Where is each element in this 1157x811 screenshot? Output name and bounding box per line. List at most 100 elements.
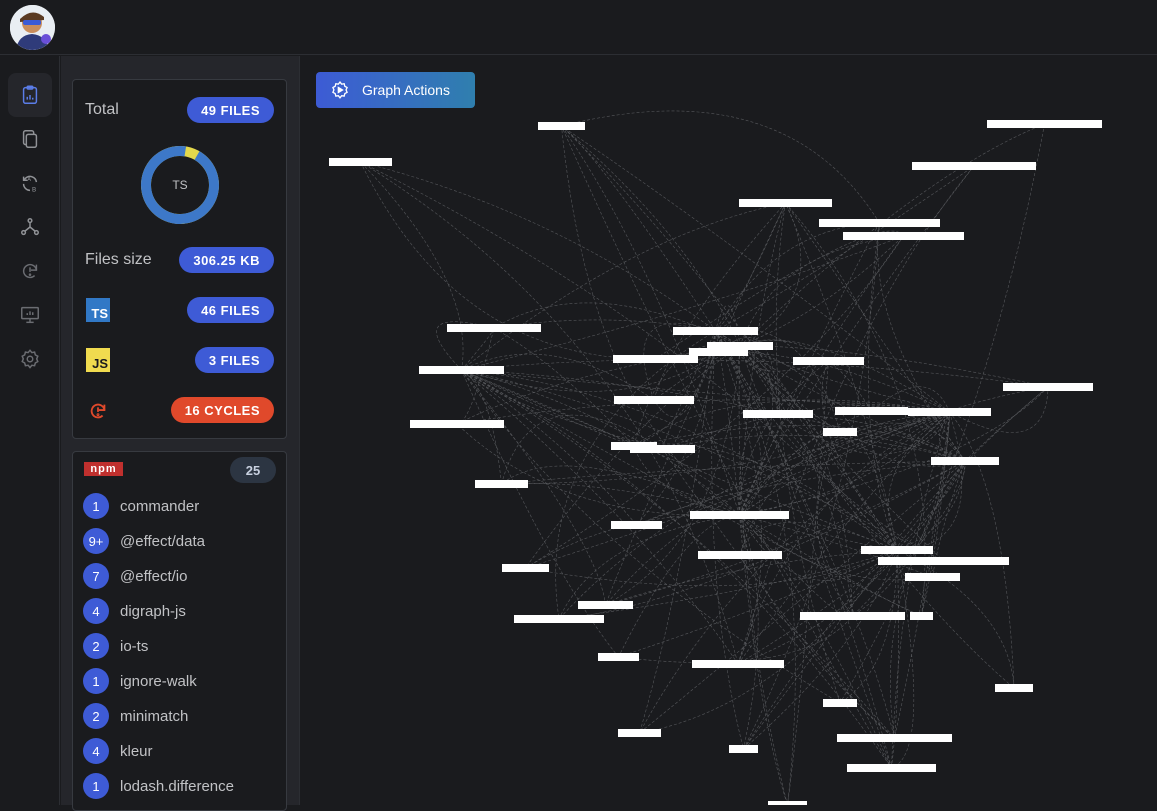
javascript-icon: JS	[86, 348, 110, 372]
graph-node[interactable]	[613, 355, 698, 363]
graph-node[interactable]	[768, 801, 807, 805]
dependency-item[interactable]: 4 digraph-js	[83, 598, 186, 624]
graph-node[interactable]	[598, 653, 639, 661]
graph-node[interactable]	[843, 232, 964, 240]
file-types-donut: TS	[141, 146, 219, 224]
dependency-name: kleur	[120, 742, 153, 760]
dependency-count-badge: 4	[83, 598, 109, 624]
graph-node[interactable]	[673, 327, 758, 335]
user-avatar-icon[interactable]	[10, 5, 55, 50]
files-summary-card: Total 49 FILES TS Files size 306.25 KB T…	[72, 79, 287, 439]
dependency-item[interactable]: 2 io-ts	[83, 633, 148, 659]
total-files-badge: 49 FILES	[187, 97, 274, 123]
dependency-item[interactable]: 7 @effect/io	[83, 563, 188, 589]
graph-node[interactable]	[931, 457, 999, 465]
graph-node[interactable]	[611, 521, 662, 529]
graph-node[interactable]	[410, 420, 504, 428]
gear-icon[interactable]	[8, 337, 52, 381]
svg-text:B: B	[32, 185, 36, 193]
donut-center-label: TS	[172, 178, 187, 192]
graph-node[interactable]	[502, 564, 549, 572]
graph-node[interactable]	[910, 612, 933, 620]
graph-actions-label: Graph Actions	[362, 82, 450, 98]
files-icon[interactable]	[8, 117, 52, 161]
graph-canvas[interactable]: Graph Actions	[301, 56, 1157, 805]
graph-node[interactable]	[861, 546, 933, 554]
refresh-ab-icon[interactable]: BA	[8, 161, 52, 205]
icon-rail: BA	[0, 56, 60, 805]
graph-node[interactable]	[835, 407, 908, 415]
graph-nodes-icon[interactable]	[8, 205, 52, 249]
graph-node[interactable]	[475, 480, 528, 488]
graph-node[interactable]	[823, 699, 857, 707]
svg-text:A: A	[27, 177, 31, 183]
presentation-icon[interactable]	[8, 293, 52, 337]
js-files-badge: 3 FILES	[194, 347, 274, 373]
graph-node[interactable]	[690, 511, 789, 519]
graph-node[interactable]	[419, 366, 504, 374]
dependency-name: @effect/data	[120, 532, 206, 550]
graph-node[interactable]	[908, 408, 991, 416]
graph-node[interactable]	[912, 162, 1036, 170]
dependency-count-badge: 7	[83, 563, 109, 589]
dependency-name: @effect/io	[120, 567, 188, 585]
graph-node[interactable]	[987, 120, 1102, 128]
graph-node[interactable]	[618, 729, 661, 737]
dependency-count-badge: 2	[83, 633, 109, 659]
graph-node[interactable]	[538, 122, 585, 130]
graph-node[interactable]	[878, 557, 1009, 565]
dependency-item[interactable]: 1 ignore-walk	[83, 668, 197, 694]
cycle-alert-icon[interactable]	[8, 249, 52, 293]
files-size-label: Files size	[85, 251, 152, 268]
graph-node[interactable]	[578, 601, 633, 609]
graph-node[interactable]	[698, 551, 782, 559]
dependency-count-badge: 4	[83, 738, 109, 764]
graph-node[interactable]	[739, 199, 832, 207]
cycle-alert-icon	[90, 403, 106, 419]
dependency-name: minimatch	[120, 707, 189, 725]
graph-node[interactable]	[514, 615, 604, 623]
graph-node[interactable]	[847, 764, 936, 772]
dependency-name: ignore-walk	[120, 672, 197, 690]
graph-node[interactable]	[905, 573, 960, 581]
npm-logo-icon: npm	[84, 462, 123, 476]
dependency-count-badge: 2	[83, 703, 109, 729]
dependency-item[interactable]: 9+ @effect/data	[83, 528, 205, 554]
graph-node[interactable]	[837, 734, 952, 742]
dependency-name: io-ts	[120, 637, 149, 655]
graph-node[interactable]	[793, 357, 864, 365]
dependency-count-badge: 1	[83, 668, 109, 694]
dependency-count-badge: 9+	[83, 528, 109, 554]
summary-panel: Total 49 FILES TS Files size 306.25 KB T…	[61, 56, 300, 811]
graph-node[interactable]	[614, 396, 694, 404]
dependency-item[interactable]: 1 commander	[83, 493, 199, 519]
clipboard-icon[interactable]	[8, 73, 52, 117]
dependency-count-badge: 1	[83, 773, 109, 799]
graph-node[interactable]	[447, 324, 541, 332]
graph-node[interactable]	[819, 219, 940, 227]
dependency-count-badge: 1	[83, 493, 109, 519]
graph-node[interactable]	[692, 660, 784, 668]
graph-node[interactable]	[743, 410, 813, 418]
dependency-item[interactable]: 2 minimatch	[83, 703, 188, 729]
files-size-badge: 306.25 KB	[179, 247, 274, 273]
dependency-name: commander	[120, 497, 200, 515]
graph-node[interactable]	[1003, 383, 1093, 391]
dependency-item[interactable]: 1 lodash.difference	[83, 773, 234, 799]
npm-dependencies-card: npm 25 1 commander 9+ @effect/data 7 @ef…	[72, 451, 287, 811]
graph-node[interactable]	[329, 158, 392, 166]
graph-node[interactable]	[995, 684, 1033, 692]
graph-actions-button[interactable]: Graph Actions	[316, 72, 475, 108]
graph-node[interactable]	[689, 348, 748, 356]
npm-count-badge: 25	[230, 457, 276, 483]
gear-play-icon	[332, 81, 348, 99]
graph-node[interactable]	[823, 428, 857, 436]
typescript-icon: TS	[86, 298, 110, 322]
dependency-name: lodash.difference	[120, 777, 234, 795]
graph-node[interactable]	[800, 612, 905, 620]
graph-node[interactable]	[630, 445, 695, 453]
total-label: Total	[85, 101, 119, 118]
graph-node[interactable]	[729, 745, 758, 753]
dependency-item[interactable]: 4 kleur	[83, 738, 153, 764]
cycles-badge[interactable]: 16 CYCLES	[170, 397, 274, 423]
